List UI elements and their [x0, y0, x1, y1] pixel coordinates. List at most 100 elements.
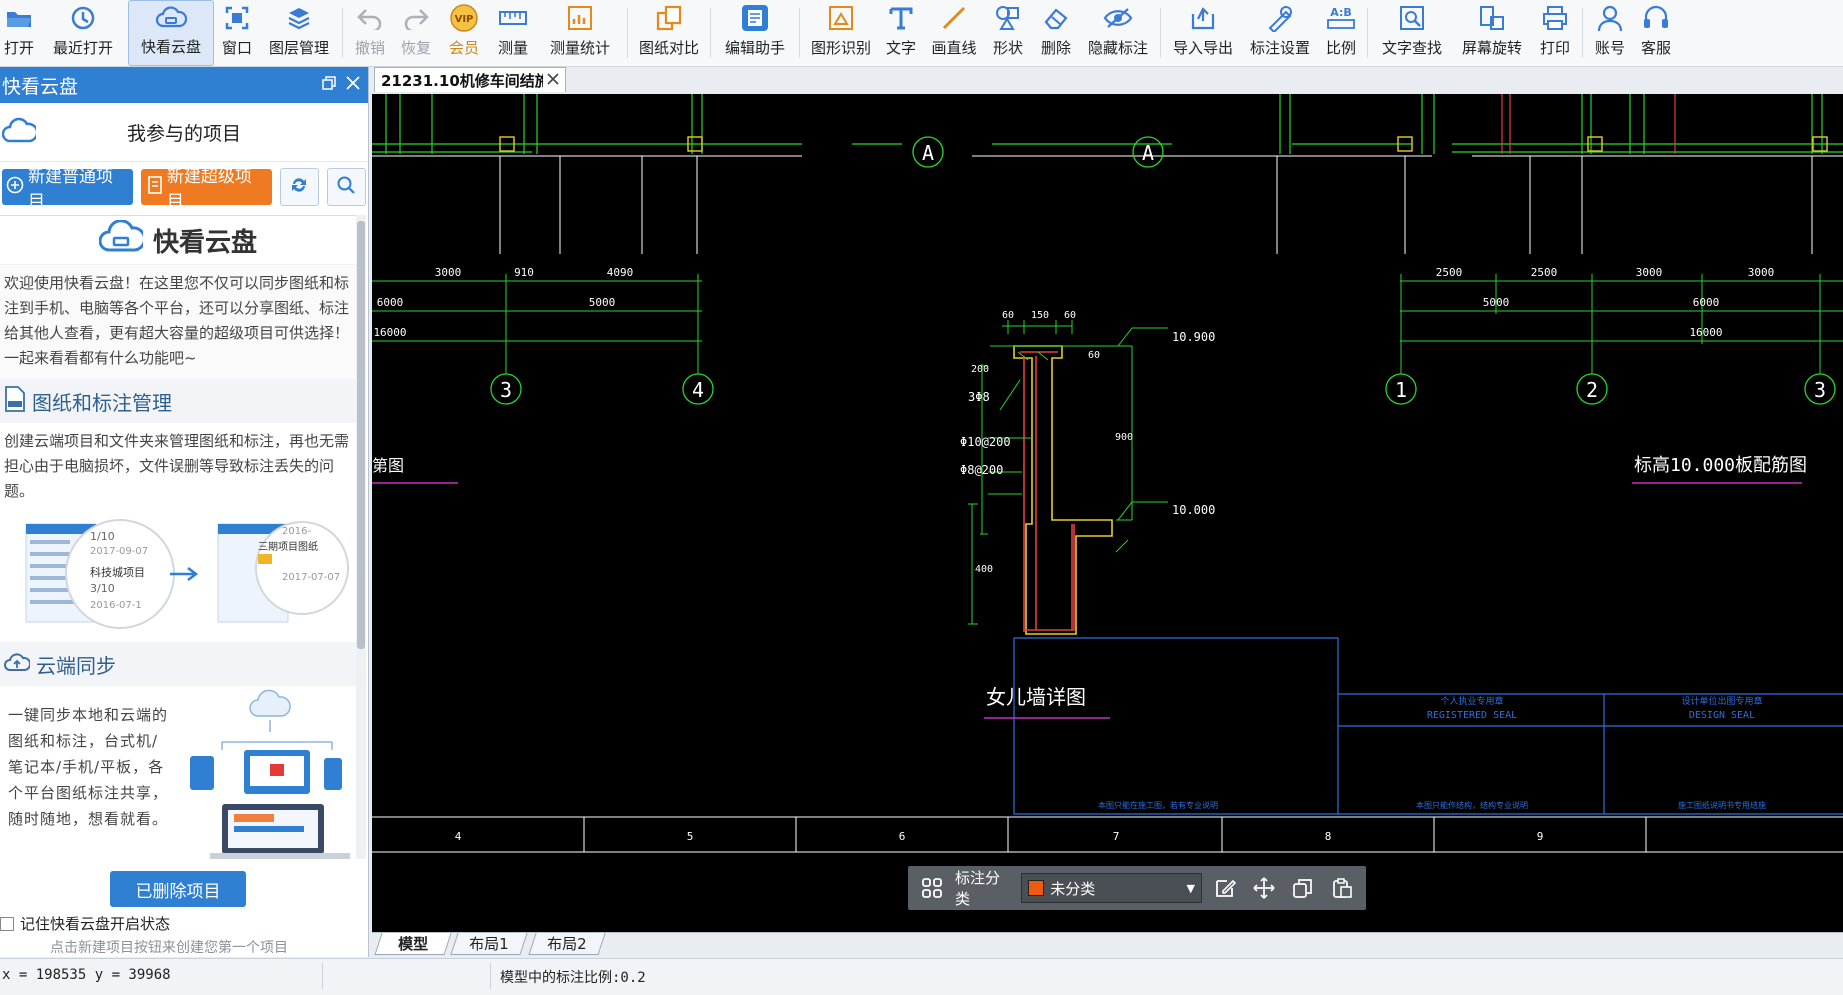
- new-normal-project-button[interactable]: 新建普通项目: [2, 167, 133, 212]
- axis-label-1: 1: [1395, 378, 1407, 402]
- cloud-icon: [1, 115, 39, 149]
- rotate-screen-label: 屏幕旋转: [1461, 39, 1522, 57]
- right-plan-title: 标高10.000板配筋图: [1634, 455, 1807, 476]
- svg-text:1/10: 1/10: [90, 530, 115, 543]
- document-tab[interactable]: 21231.10机修车间结施: [374, 67, 566, 92]
- svg-text:3/10: 3/10: [90, 582, 115, 595]
- new-normal-project-label: 新建普通项目: [28, 167, 113, 212]
- tab-layout1[interactable]: 布局1: [450, 933, 528, 955]
- dim-3000a: 3000: [1636, 266, 1663, 279]
- detail-dim-200: 200: [971, 364, 989, 375]
- tab-model-label: 模型: [398, 935, 429, 953]
- search-button[interactable]: [326, 168, 367, 206]
- section-drawing-management-label: 图纸和标注管理: [32, 390, 172, 415]
- print-button[interactable]: 打印: [1532, 0, 1578, 66]
- tab-layout2[interactable]: 布局2: [528, 933, 606, 955]
- document-icon: [147, 175, 163, 199]
- import-export-button[interactable]: 导入导出: [1165, 0, 1241, 66]
- undo-icon: [356, 2, 384, 34]
- panel-scrollbar[interactable]: [356, 215, 366, 859]
- text-search-button[interactable]: 文字查找: [1372, 0, 1452, 66]
- tab-layout1-label: 布局1: [469, 935, 509, 953]
- deleted-projects-button[interactable]: 已删除项目: [110, 871, 246, 907]
- undo-button[interactable]: 撤销: [347, 0, 393, 66]
- hide-annotations-button[interactable]: 隐藏标注: [1080, 0, 1156, 66]
- scrollbar-thumb[interactable]: [357, 221, 365, 649]
- tab-model[interactable]: 模型: [374, 933, 452, 955]
- cloud-drive-button[interactable]: 快看云盘: [128, 0, 214, 66]
- edit-assistant-button[interactable]: 编辑助手: [715, 0, 795, 66]
- deleted-projects-label: 已删除项目: [135, 881, 221, 902]
- remember-state-option[interactable]: 记住快看云盘开启状态: [0, 913, 170, 934]
- annotation-settings-icon: [1266, 2, 1294, 34]
- window-button[interactable]: 窗口: [214, 0, 260, 66]
- restore-icon[interactable]: [322, 75, 336, 95]
- vip-button[interactable]: VIP 会员: [439, 0, 489, 66]
- annotation-category-value: 未分类: [1050, 879, 1096, 898]
- customer-service-button[interactable]: 客服: [1633, 0, 1679, 66]
- grid-apps-icon[interactable]: [916, 872, 947, 904]
- close-icon[interactable]: [346, 75, 360, 95]
- open-button[interactable]: 打开: [0, 0, 38, 66]
- seal2-en: DESIGN SEAL: [1689, 710, 1755, 721]
- recent-open-button[interactable]: 最近打开: [38, 0, 128, 66]
- new-super-project-button[interactable]: 新建超级项目: [140, 167, 272, 212]
- hide-annotations-label: 隐藏标注: [1087, 39, 1148, 57]
- copy-icon[interactable]: [1288, 872, 1319, 904]
- line-icon: [941, 2, 967, 34]
- layer-manager-button[interactable]: 图层管理: [260, 0, 338, 66]
- status-bar: x = 198535 y = 39968 模型中的标注比例:0.2: [0, 958, 1843, 995]
- account-button[interactable]: 账号: [1587, 0, 1633, 66]
- management-illustration: 1/10 2017-09-07 科技城项目 3/10 2016-07-1 201…: [0, 510, 356, 642]
- measure-button[interactable]: 测量: [489, 0, 537, 66]
- sync-illustration: 一键同步本地和云端的图纸和标注，台式机/笔记本/手机/平板，各个平台图纸标注共享…: [0, 686, 356, 860]
- layout-tabbar: 模型 布局1 布局2: [372, 932, 1843, 957]
- text-button[interactable]: 文字: [878, 0, 924, 66]
- annotation-scale: 模型中的标注比例:0.2: [500, 970, 646, 986]
- sync-button[interactable]: [279, 168, 319, 206]
- text-search-icon: [1398, 2, 1426, 34]
- annotation-settings-button[interactable]: 标注设置: [1241, 0, 1319, 66]
- shape-recognition-button[interactable]: 图形识别: [804, 0, 878, 66]
- rotate-screen-button[interactable]: 屏幕旋转: [1452, 0, 1532, 66]
- text-search-label: 文字查找: [1381, 39, 1442, 57]
- note-c: 施工图纸说明书专用结施: [1678, 800, 1766, 810]
- left-plan-title: 第图: [372, 456, 404, 475]
- edit-note-icon[interactable]: [1210, 872, 1241, 904]
- shapes-button[interactable]: 形状: [984, 0, 1032, 66]
- intro-text: 欢迎使用快看云盘！在这里您不仅可以同步图纸和标注到手机、电脑等各个平台，还可以分…: [0, 265, 356, 379]
- axis-label-3-left: 3: [500, 378, 512, 402]
- open-label: 打开: [4, 39, 35, 57]
- scale-label: 比例: [1325, 39, 1356, 57]
- axis-label-a2: A: [1142, 141, 1154, 165]
- dim-910: 910: [514, 266, 534, 279]
- intro-scroll-area[interactable]: 快看云盘 欢迎使用快看云盘！在这里您不仅可以同步图纸和标注到手机、电脑等各个平台…: [0, 215, 356, 860]
- annotation-category-select[interactable]: 未分类 ▼: [1021, 873, 1202, 903]
- recent-open-label: 最近打开: [52, 39, 113, 57]
- close-tab-icon[interactable]: [547, 71, 559, 89]
- delete-button[interactable]: 删除: [1032, 0, 1080, 66]
- folder-open-icon: [5, 2, 33, 34]
- dim-5000: 5000: [589, 296, 616, 309]
- draw-line-button[interactable]: 画直线: [924, 0, 984, 66]
- print-label: 打印: [1539, 39, 1570, 57]
- compare-button[interactable]: 图纸对比: [632, 0, 706, 66]
- measure-stats-button[interactable]: 测量统计: [537, 0, 623, 66]
- scale-button[interactable]: A:B 比例: [1319, 0, 1363, 66]
- drawing-canvas[interactable]: A A 3 4 1 2 3 3000 910 4090 6000 5000 16…: [372, 94, 1843, 932]
- my-projects-title: 我参与的项目: [126, 122, 241, 145]
- paste-icon[interactable]: [1327, 872, 1358, 904]
- measure-stats-icon: [566, 2, 594, 34]
- svg-text:科技城项目: 科技城项目: [90, 565, 145, 579]
- tab-layout2-label: 布局2: [547, 935, 587, 953]
- document-tab-title: 21231.10机修车间结施: [381, 71, 543, 90]
- elevation-bottom: 10.000: [1172, 503, 1215, 517]
- move-icon[interactable]: [1249, 872, 1280, 904]
- redo-button[interactable]: 恢复: [393, 0, 439, 66]
- remember-state-checkbox[interactable]: [0, 916, 14, 931]
- svg-text:2016-07-1: 2016-07-1: [90, 600, 142, 611]
- grid-number-8: 8: [1325, 830, 1332, 843]
- detail-dim-60b: 60: [1064, 310, 1076, 321]
- dim-6000r: 6000: [1693, 296, 1720, 309]
- shape-recognition-label: 图形识别: [810, 39, 871, 57]
